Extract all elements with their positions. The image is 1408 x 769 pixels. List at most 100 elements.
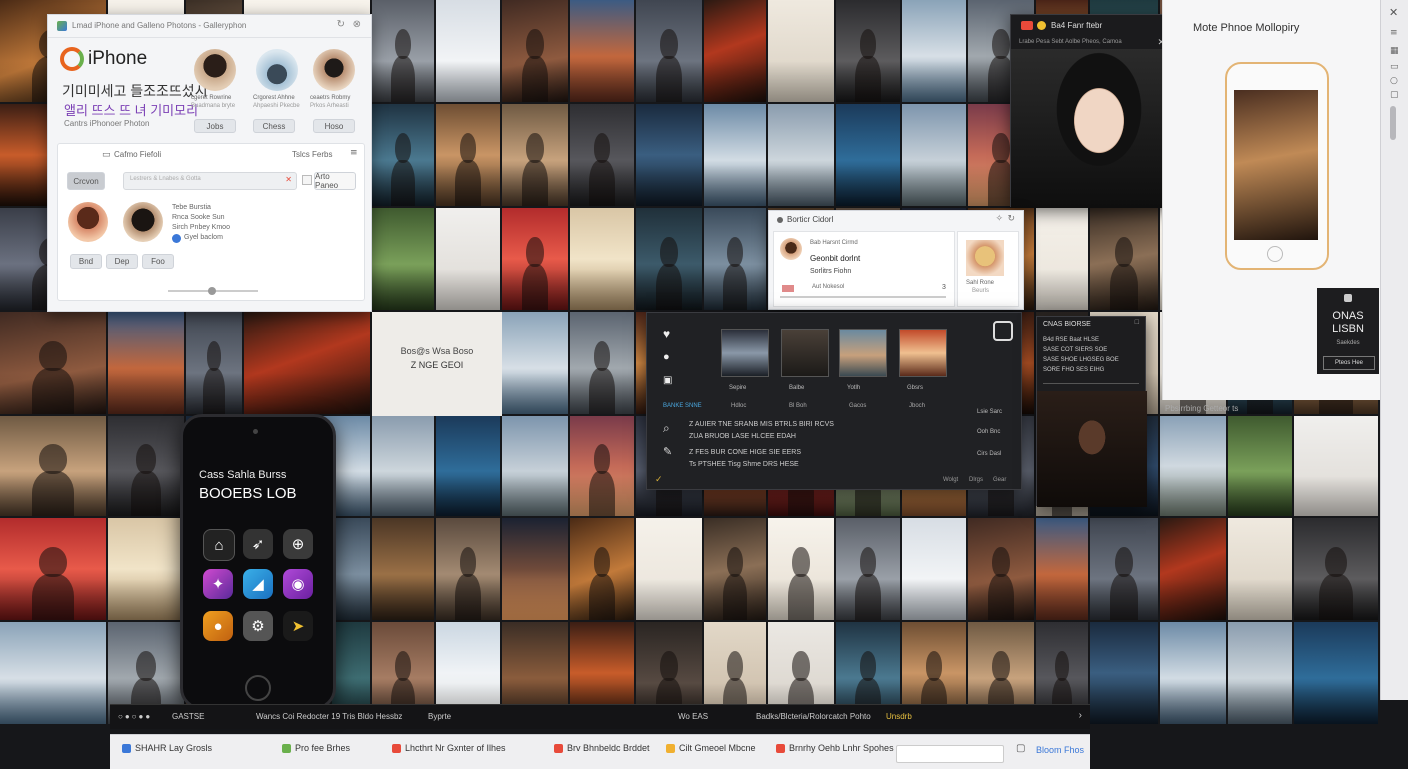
photo-tile[interactable] (108, 312, 184, 414)
editor-tab-active[interactable]: BANKE SNNE (663, 403, 702, 409)
taskbar-item[interactable]: Brnrhy Oehb Lnhr Spohes (776, 743, 894, 753)
photo-tile[interactable] (1228, 416, 1292, 516)
editor-right-item[interactable]: Ooh Bnc (977, 429, 1000, 435)
home-button-icon[interactable] (245, 675, 271, 701)
editor-thumb[interactable] (899, 329, 947, 377)
photo-tile[interactable] (1090, 622, 1158, 724)
taskbar-item[interactable]: Lhcthrt Nr Gxnter of Ilhes (392, 743, 506, 753)
search-input[interactable]: Lestrers & Lnabes & Gotta ✕ (123, 172, 297, 190)
photo-tile[interactable] (836, 104, 900, 206)
avatar[interactable] (780, 238, 802, 260)
avatar-card-1[interactable]: cgeret Rowrine Buadmana bryte (191, 49, 241, 129)
check-icon[interactable]: ✓ (655, 475, 663, 485)
photo-tile[interactable] (836, 0, 900, 102)
photo-tile[interactable] (1090, 208, 1158, 310)
search-icon[interactable]: ⌕ (663, 421, 670, 436)
person-photo-1[interactable] (68, 202, 108, 242)
home-icon[interactable]: ⌂ (203, 529, 235, 561)
toggle-icon[interactable] (993, 321, 1013, 341)
poster-card[interactable]: Bos@s Wsa Boso Z NGE GEOI (372, 312, 502, 416)
apple-icon[interactable]: ● (663, 351, 670, 363)
photo-tile[interactable] (1160, 622, 1226, 724)
photo-tile[interactable] (570, 0, 634, 102)
photo-tile[interactable] (1228, 518, 1292, 620)
download-icon[interactable]: ⊕ (283, 529, 313, 559)
photo-tile[interactable] (570, 518, 634, 620)
close-icon[interactable]: ⊗ (353, 19, 361, 30)
person-button-2[interactable]: Dep (106, 254, 138, 269)
photo-tile[interactable] (502, 312, 568, 414)
refresh-icon[interactable]: ↻ (337, 19, 345, 30)
photo-tile[interactable] (768, 518, 834, 620)
menu-icon[interactable]: ≡ (1390, 28, 1398, 38)
avatar-card-2[interactable]: Crgorest Ahhne Ahpaeshi Pkecbe (253, 49, 303, 129)
grid-icon[interactable]: ▦ (1390, 46, 1399, 56)
window-icon[interactable]: ▢ (1016, 743, 1025, 754)
photo-tile[interactable] (704, 0, 766, 102)
badge-button[interactable]: Pteos Hee (1323, 356, 1375, 370)
photo-tile[interactable] (902, 0, 966, 102)
editor-tab[interactable]: Bl Boh (789, 403, 807, 409)
share-icon[interactable]: ▢ (1390, 90, 1399, 100)
photo-tile[interactable] (570, 104, 634, 206)
photo-tile[interactable] (1228, 622, 1292, 724)
editor-right-item[interactable]: Cirs Dasl (977, 451, 1001, 457)
photo-tile[interactable] (502, 518, 568, 620)
status-item-c[interactable]: Unsdrb (886, 712, 912, 721)
pumpkin-icon[interactable]: ● (203, 611, 233, 641)
scroll-slider[interactable] (168, 287, 258, 295)
photo-tile[interactable] (1294, 416, 1378, 516)
title-badge[interactable]: ONAS LISBN Saekdes Pteos Hee (1317, 288, 1379, 374)
photo-tile[interactable] (1036, 518, 1088, 620)
status-item-a[interactable]: Wo EAS (678, 712, 708, 721)
photo-tile[interactable] (372, 104, 434, 206)
status-item-b[interactable]: Badks/Blcteria/Rolorcatch Pohto (756, 712, 871, 721)
collapse-icon[interactable]: ≡ (350, 148, 358, 158)
editor-thumb[interactable] (721, 329, 769, 377)
photo-tile[interactable] (0, 312, 106, 414)
avatar-button-hoso[interactable]: Hoso (313, 119, 355, 133)
close-icon[interactable]: ✕ (1389, 6, 1398, 19)
person-button-1[interactable]: Bnd (70, 254, 102, 269)
drop-icon[interactable]: ◢ (243, 569, 273, 599)
close-icon[interactable]: □ (1135, 319, 1139, 326)
photo-tile[interactable] (570, 208, 634, 310)
editor-tab[interactable]: Jboch (909, 403, 925, 409)
photo-tile[interactable] (502, 208, 568, 310)
photo-tile[interactable] (436, 518, 500, 620)
photo-tile[interactable] (902, 518, 966, 620)
bird-icon[interactable]: ➤ (283, 611, 313, 641)
refresh-icon[interactable]: ↻ (1007, 214, 1015, 224)
person-photo-2[interactable] (123, 202, 163, 242)
photo-tile[interactable] (1160, 416, 1226, 516)
photo-tile[interactable] (244, 312, 370, 414)
sparkle-icon[interactable]: ✦ (203, 569, 233, 599)
photo-tile[interactable] (0, 622, 106, 724)
photo-tile[interactable] (902, 104, 966, 206)
photo-tile[interactable] (436, 416, 500, 516)
photo-tile[interactable] (768, 0, 834, 102)
taskbar-right-label[interactable]: Bloom Fhos (1036, 745, 1084, 755)
bookmark-icon[interactable]: ▭ (1390, 62, 1399, 72)
editor-right-item[interactable]: Lsie Sarc (977, 409, 1002, 415)
settings-icon[interactable]: ⚙ (243, 611, 273, 641)
taskbar-search-input[interactable] (896, 745, 1004, 763)
photo-tile[interactable] (768, 104, 834, 206)
editor-tab[interactable]: Gacos (849, 403, 866, 409)
photo-tile[interactable] (372, 518, 434, 620)
photo-tile[interactable] (436, 208, 500, 310)
photo-tile[interactable] (436, 104, 500, 206)
photo-tile[interactable] (1160, 518, 1226, 620)
editor-thumb[interactable] (781, 329, 829, 377)
photo-tile[interactable] (372, 416, 434, 516)
photo-tile[interactable] (502, 416, 568, 516)
photo-tile[interactable] (108, 518, 184, 620)
photo-tile[interactable] (968, 518, 1034, 620)
taskbar-item[interactable]: Brv Bhnbeldc Brddet (554, 743, 650, 753)
photo-tile[interactable] (570, 312, 634, 414)
photo-tile[interactable] (836, 518, 900, 620)
photo-tile[interactable] (502, 0, 568, 102)
photo-tile[interactable] (108, 416, 184, 516)
editor-footer-item[interactable]: Gear (993, 477, 1006, 483)
photos-icon[interactable]: ▣ (663, 375, 672, 386)
